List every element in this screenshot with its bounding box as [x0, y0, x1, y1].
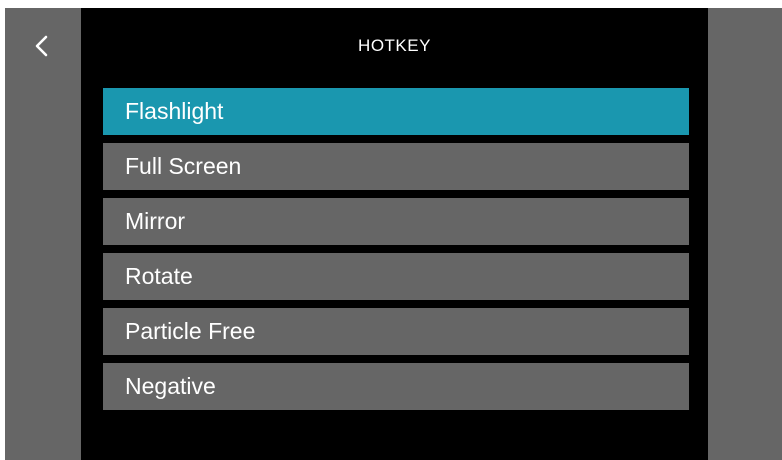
left-side-panel — [5, 8, 81, 460]
menu-item-negative[interactable]: Negative — [103, 363, 689, 410]
menu-item-mirror[interactable]: Mirror — [103, 198, 689, 245]
back-button[interactable] — [31, 33, 53, 59]
menu-item-particle-free[interactable]: Particle Free — [103, 308, 689, 355]
hotkey-menu: Flashlight Full Screen Mirror Rotate Par… — [103, 88, 689, 418]
menu-item-full-screen[interactable]: Full Screen — [103, 143, 689, 190]
device-screen: HOTKEY Flashlight Full Screen Mirror Rot… — [5, 8, 782, 460]
menu-item-rotate[interactable]: Rotate — [103, 253, 689, 300]
menu-item-flashlight[interactable]: Flashlight — [103, 88, 689, 135]
right-side-panel — [708, 8, 782, 460]
chevron-left-icon — [35, 35, 48, 57]
page-title: HOTKEY — [358, 36, 431, 55]
